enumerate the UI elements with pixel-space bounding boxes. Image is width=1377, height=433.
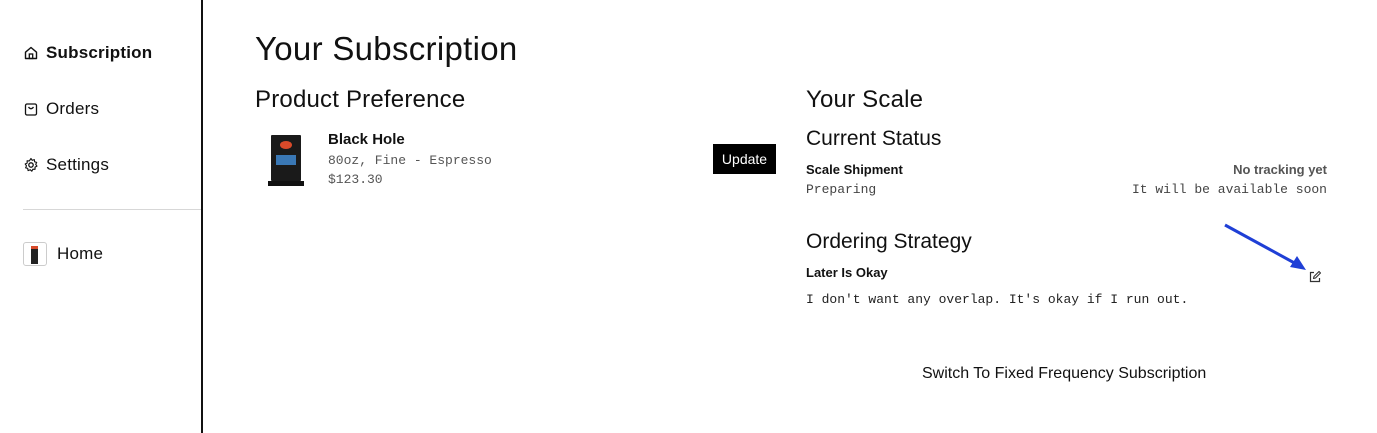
annotation-arrow-icon: [1224, 223, 1306, 270]
gear-icon: [23, 157, 39, 173]
sidebar-item-label: Home: [57, 244, 104, 263]
sidebar-divider: [23, 209, 201, 210]
switch-subscription-link[interactable]: Switch To Fixed Frequency Subscription: [922, 365, 1206, 383]
page-title: Your Subscription: [255, 30, 518, 67]
sidebar-item-orders[interactable]: Orders: [23, 97, 99, 121]
sidebar-item-home[interactable]: Home: [23, 242, 103, 266]
ordering-strategy-heading: Ordering Strategy: [806, 230, 972, 253]
scale-shipment-status: Preparing: [806, 182, 877, 197]
bag-icon: [23, 101, 39, 117]
product-preference-heading: Product Preference: [255, 86, 466, 113]
sidebar-item-label: Subscription: [46, 43, 153, 62]
product-thumbnail-icon: [23, 242, 47, 266]
product-image: [268, 135, 306, 187]
sidebar: Subscription Orders Settings Home: [0, 0, 203, 433]
your-scale-heading: Your Scale: [806, 86, 924, 113]
tracking-status: It will be available soon: [1131, 182, 1327, 197]
product-detail: 80oz, Fine - Espresso: [328, 153, 492, 168]
strategy-description: I don't want any overlap. It's okay if I…: [806, 292, 1189, 307]
current-status-heading: Current Status: [806, 127, 942, 150]
sidebar-item-settings[interactable]: Settings: [23, 153, 109, 177]
product-price: $123.30: [328, 172, 383, 187]
update-button[interactable]: Update: [713, 144, 776, 174]
tracking-label: No tracking yet: [1233, 162, 1327, 177]
strategy-name: Later Is Okay: [806, 265, 888, 280]
edit-strategy-icon[interactable]: [1308, 270, 1322, 284]
sidebar-item-subscription[interactable]: Subscription: [23, 41, 152, 65]
product-name: Black Hole: [328, 131, 405, 148]
sidebar-item-label: Orders: [46, 99, 100, 118]
sidebar-item-label: Settings: [46, 155, 110, 174]
scale-shipment-label: Scale Shipment: [806, 162, 903, 177]
home-icon: [23, 45, 39, 61]
